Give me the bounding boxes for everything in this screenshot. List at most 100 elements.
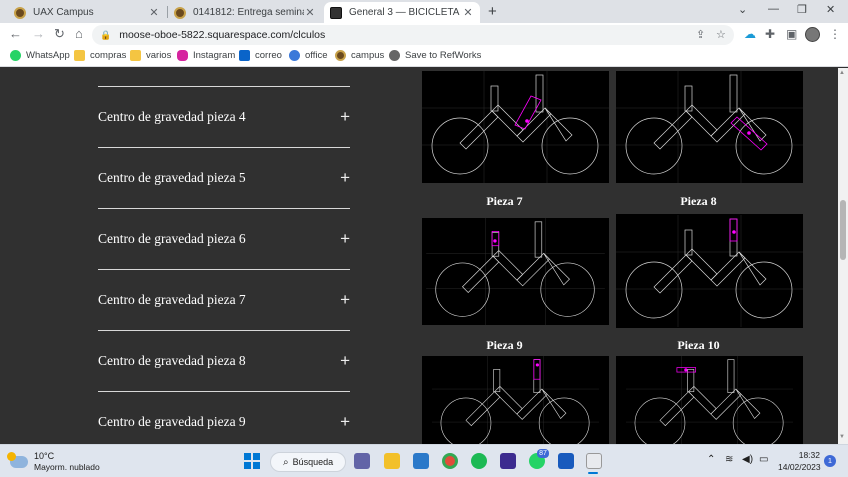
bookmark-label: compras <box>90 50 127 61</box>
caption-pieza-7: Pieza 7 <box>486 194 523 208</box>
cloud-extension-icon[interactable]: ☁ <box>744 27 756 41</box>
bookmark-office[interactable]: office <box>289 50 328 61</box>
plus-icon[interactable]: + <box>340 351 350 371</box>
profile-avatar[interactable] <box>805 27 820 42</box>
bookmarks-bar: WhatsApp compras varios Instagram correo… <box>0 47 848 67</box>
microsoft-store-icon[interactable] <box>413 453 429 469</box>
taskbar-clock[interactable]: 18:32 14/02/2023 <box>778 449 821 473</box>
side-panel-icon[interactable]: ▣ <box>786 27 797 41</box>
bookmark-campus[interactable]: campus <box>335 50 384 61</box>
bookmark-instagram[interactable]: Instagram <box>177 50 235 61</box>
address-bar[interactable]: 🔒 moose-oboe-5822.squarespace.com/clculo… <box>92 25 734 45</box>
bookmark-correo[interactable]: correo <box>239 50 282 61</box>
file-explorer-icon[interactable] <box>384 453 400 469</box>
chrome-icon[interactable] <box>442 453 458 469</box>
accordion-label: Centro de gravedad pieza 5 <box>98 170 246 185</box>
tab-bicicleta-electrica[interactable]: General 3 — BICICLETA ELÉCTRIC ✕ <box>324 2 480 23</box>
extensions-puzzle-icon[interactable]: ✚ <box>765 27 775 41</box>
accordion-label: Centro de gravedad pieza 7 <box>98 292 246 307</box>
close-icon[interactable]: ✕ <box>462 6 474 19</box>
bike-drawing-pieza-10[interactable] <box>422 356 609 444</box>
accordion-divider <box>98 269 350 270</box>
bookmark-label: Save to RefWorks <box>405 50 482 61</box>
scrollbar-thumb[interactable] <box>840 200 846 260</box>
lock-icon[interactable]: 🔒 <box>100 30 111 41</box>
spotify-icon[interactable] <box>471 453 487 469</box>
accordion-label: Centro de gravedad pieza 4 <box>98 109 246 124</box>
caption-pieza-8: Pieza 8 <box>680 194 717 208</box>
new-tab-icon[interactable]: + <box>488 3 497 20</box>
menu-kebab-icon[interactable]: ⋮ <box>829 27 841 41</box>
home-icon[interactable]: ⌂ <box>75 26 83 41</box>
tab-entrega-seminario[interactable]: 0141812: Entrega seminario prin ✕ <box>168 2 322 23</box>
accordion-item-pieza-5[interactable]: Centro de gravedad pieza 5 + <box>98 163 350 193</box>
word-icon[interactable] <box>558 453 574 469</box>
bike-drawing-pieza-6[interactable] <box>422 71 609 183</box>
squarespace-favicon-icon <box>330 6 342 19</box>
page-scrollbar[interactable]: ▲ ▼ <box>838 68 848 444</box>
teams-chat-icon[interactable] <box>354 453 370 469</box>
minimize-icon[interactable]: — <box>768 3 779 15</box>
bike-drawing-pieza-8[interactable] <box>422 218 609 325</box>
bike-drawing-pieza-9[interactable] <box>616 214 803 328</box>
accordion-item-pieza-6[interactable]: Centro de gravedad pieza 6 + <box>98 224 350 254</box>
close-icon[interactable]: ✕ <box>304 6 316 19</box>
globe-icon <box>389 50 400 61</box>
bookmark-compras[interactable]: compras <box>74 50 126 61</box>
bookmark-star-icon[interactable]: ☆ <box>716 28 726 41</box>
accordion-item-pieza-4[interactable]: Centro de gravedad pieza 4 + <box>98 102 350 132</box>
bookmark-varios[interactable]: varios <box>130 50 171 61</box>
plus-icon[interactable]: + <box>340 168 350 188</box>
tray-chevron-up-icon[interactable]: ⌃ <box>707 454 715 465</box>
reload-icon[interactable]: ↻ <box>54 26 65 42</box>
accordion-label: Centro de gravedad pieza 9 <box>98 414 246 429</box>
bookmark-save-to-refworks[interactable]: Save to RefWorks <box>389 50 481 61</box>
restore-icon[interactable]: ❐ <box>797 3 807 16</box>
scroll-up-icon[interactable]: ▲ <box>839 70 845 76</box>
page-content: Centro de gravedad pieza 4 + Centro de g… <box>0 68 838 444</box>
scroll-down-icon[interactable]: ▼ <box>839 434 845 440</box>
bookmark-whatsapp[interactable]: WhatsApp <box>10 50 70 61</box>
forward-icon[interactable]: → <box>32 26 45 41</box>
weather-widget[interactable]: 10°C Mayorm. nublado <box>7 451 100 473</box>
taskbar-search[interactable]: ⌕ Búsqueda <box>270 452 346 472</box>
bookmark-label: correo <box>255 50 282 61</box>
back-icon[interactable]: ← <box>9 26 22 41</box>
share-icon[interactable]: ⇪ <box>696 28 705 41</box>
tab-label: General 3 — BICICLETA ELÉCTRIC <box>349 7 462 18</box>
notification-badge[interactable]: 1 <box>824 455 836 467</box>
plus-icon[interactable]: + <box>340 107 350 127</box>
accordion-item-pieza-7[interactable]: Centro de gravedad pieza 7 + <box>98 285 350 315</box>
plus-icon[interactable]: + <box>340 229 350 249</box>
volume-icon[interactable]: ◀) <box>742 454 753 465</box>
tab-uax-campus[interactable]: UAX Campus ✕ <box>8 2 166 23</box>
whatsapp-unread-badge: 87 <box>537 449 549 458</box>
whatsapp-icon <box>10 50 21 61</box>
tab-strip: UAX Campus ✕ 0141812: Entrega seminario … <box>0 0 848 23</box>
campus-favicon-icon <box>14 6 26 19</box>
url-text: moose-oboe-5822.squarespace.com/clculos <box>119 29 326 41</box>
wifi-icon[interactable]: ≋ <box>725 454 733 465</box>
accordion-item-pieza-9[interactable]: Centro de gravedad pieza 9 + <box>98 407 350 437</box>
plus-icon[interactable]: + <box>340 290 350 310</box>
plus-icon[interactable]: + <box>340 412 350 432</box>
weather-description: Mayorm. nublado <box>34 462 100 472</box>
accordion-label: Centro de gravedad pieza 8 <box>98 353 246 368</box>
windows-start-icon[interactable] <box>244 453 260 469</box>
battery-icon[interactable]: ▭ <box>759 454 768 465</box>
bookmark-label: office <box>305 50 328 61</box>
close-icon[interactable]: ✕ <box>148 6 160 19</box>
active-app-indicator <box>588 472 598 474</box>
chevron-down-icon[interactable]: ⌄ <box>738 3 747 16</box>
bike-drawing-pieza-7[interactable] <box>616 71 803 183</box>
clock-time: 18:32 <box>798 450 820 460</box>
snipping-tool-icon[interactable] <box>586 453 602 469</box>
window-close-icon[interactable]: ✕ <box>826 3 835 16</box>
folder-icon <box>74 50 85 61</box>
accordion-divider <box>98 86 350 87</box>
accordion-item-pieza-8[interactable]: Centro de gravedad pieza 8 + <box>98 346 350 376</box>
visual-studio-icon[interactable] <box>500 453 516 469</box>
bike-drawing-pieza-11[interactable] <box>616 356 803 444</box>
folder-icon <box>130 50 141 61</box>
tab-label: 0141812: Entrega seminario prin <box>193 7 304 18</box>
